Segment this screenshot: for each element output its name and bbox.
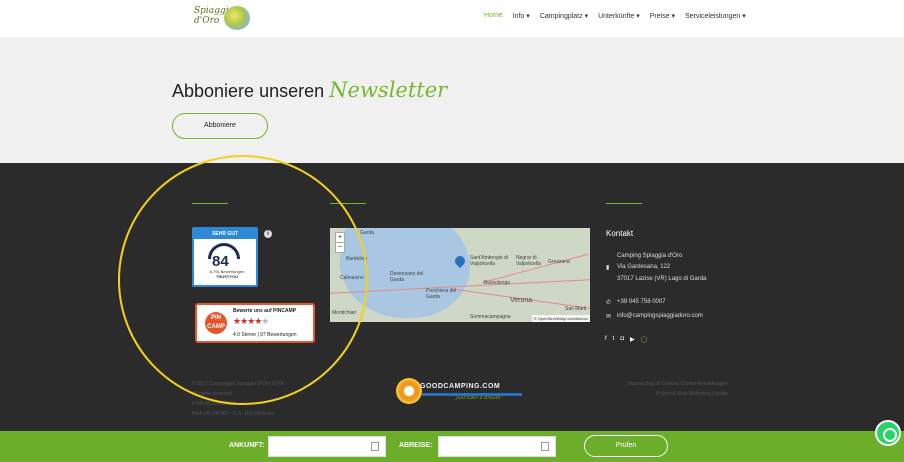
departure-date-input[interactable] (438, 436, 556, 457)
pincamp-logo: PiN CAMP (205, 312, 227, 334)
main-nav: Home Info ▾ Campingplatz ▾ Unterkünfte ▾… (484, 12, 746, 20)
nav-preise[interactable]: Preise ▾ (650, 12, 675, 20)
newsletter-title-prefix: Abboniere unseren (172, 81, 325, 101)
logo[interactable]: Spiaggia d'Oro (192, 4, 256, 34)
logo-sun-icon (224, 6, 250, 30)
footer-links-row2[interactable]: Project & Web Marketing Credits (627, 389, 728, 399)
phone-icon: ✆ (606, 300, 612, 306)
arrival-date-input[interactable] (268, 436, 386, 457)
map-zoom-control[interactable]: + − (335, 232, 345, 253)
youtube-icon[interactable]: ▶ (630, 336, 635, 343)
pincamp-badge[interactable]: PiN CAMP Bewerte uns auf PINCAMP ★★★★★ 4… (195, 303, 315, 343)
trustyou-reviews: 8,791 Bewertungen TRUSTYOU (198, 269, 256, 279)
goodcamping-logo[interactable]: GOODCAMPING.COM just take a dream (396, 378, 528, 408)
map-label: Sommacampagna (470, 314, 511, 320)
pincamp-stars: ★★★★★ (233, 316, 269, 326)
check-availability-button[interactable]: Prüfen (584, 435, 668, 457)
instagram-icon[interactable]: ◘ (620, 336, 624, 343)
rea-line: REA VR 236367 - C.S. 112.000 Euro (192, 411, 274, 417)
map-label: Montichiari (332, 310, 357, 316)
booking-bar: ANKUNFT: ABREISE: Prüfen (0, 431, 904, 462)
footer-links-row1[interactable]: Datenschutz & Cookies Cookie-Einstellung… (627, 379, 728, 389)
social-links: f t ◘ ▶ ◯ (605, 336, 647, 343)
kontakt-name: Camping Spiaggia d'Oro (617, 253, 683, 259)
map-label: Grezzana (548, 259, 570, 265)
copyright: © 2017 Campeggio Spiaggia D'Oro S.P.A. A… (192, 379, 285, 419)
nav-serviceleistungen[interactable]: Serviceleistungen ▾ (685, 12, 746, 20)
goodcamping-tagline: just take a dream (456, 395, 501, 401)
map-label: Bussolengo (484, 280, 511, 286)
map-label: Desenzano del Garda (390, 271, 424, 283)
whatsapp-icon[interactable]: ◯ (641, 336, 648, 343)
trustyou-brand: TRUSTYOU (216, 274, 238, 279)
location-map[interactable]: + − Garda Bardolino Calmasino Desenzano … (330, 228, 590, 322)
mail-icon: ✉ (606, 314, 612, 320)
footer-links: Datenschutz & Cookies Cookie-Einstellung… (627, 379, 728, 399)
map-label: Peschiera del Garda (426, 288, 457, 300)
copyright-line: © 2017 Campeggio Spiaggia D'Oro S.P.A. (192, 381, 286, 387)
trustyou-score: 84 (212, 253, 229, 270)
zoom-in-button[interactable]: + (336, 233, 344, 242)
rights-line: All rights reserved (192, 391, 233, 397)
map-label: Verona (510, 297, 533, 304)
site-header: Spiaggia d'Oro Home Info ▾ Campingplatz … (0, 0, 904, 38)
calendar-icon[interactable] (371, 442, 379, 451)
info-icon[interactable]: i (264, 230, 272, 238)
goodcamping-name: GOODCAMPING.COM (420, 383, 501, 390)
trustyou-label: SEHR GUT (194, 229, 256, 239)
nav-info[interactable]: Info ▾ (513, 12, 530, 20)
map-label: Negrar di Valpolicella (516, 255, 541, 267)
footer-underline (606, 203, 642, 204)
facebook-icon[interactable]: f (605, 336, 607, 343)
kontakt-street: Via Gardesana, 122 (617, 264, 671, 270)
subscribe-button[interactable]: Abboniere (172, 113, 268, 139)
kontakt-email[interactable]: info@campingspiaggiadoro.com (617, 313, 703, 319)
pincamp-rating: 4.0 Sterne | 97 Bewertungen (233, 332, 297, 338)
newsletter-title-script: Newsletter (329, 78, 448, 102)
map-icon: ▮ (606, 265, 610, 271)
nav-unterkuenfte[interactable]: Unterkünfte ▾ (598, 12, 640, 20)
pincamp-title: Bewerte uns auf PINCAMP (233, 308, 297, 314)
nav-campingplatz[interactable]: Campingplatz ▾ (540, 12, 588, 20)
map-label: Calmasino (340, 275, 364, 281)
kontakt-city: 37017 Lazise (VR) Lago di Garda (617, 276, 707, 282)
calendar-icon[interactable] (541, 442, 549, 451)
zoom-out-button[interactable]: − (336, 242, 344, 252)
arrival-label: ANKUNFT: (229, 442, 265, 449)
map-label: San Marti (565, 306, 587, 312)
map-label: Garda (360, 230, 374, 236)
twitter-icon[interactable]: t (613, 336, 615, 343)
footer: SEHR GUT 84 8,791 Bewertungen TRUSTYOU i… (0, 163, 904, 431)
map-attribution[interactable]: © OpenStreetMap contributors (531, 315, 590, 322)
piva-line: P.IVA 00254830232 (192, 401, 236, 407)
map-label: Bardolino (346, 256, 368, 262)
footer-underline (330, 203, 366, 204)
footer-underline (192, 203, 228, 204)
map-label: Sant'Ambrogio di Valpolicella (470, 255, 508, 267)
goodcamping-swirl-icon (396, 378, 422, 404)
whatsapp-chat-icon[interactable] (875, 420, 901, 446)
newsletter-title: Abboniere unseren Newsletter (172, 78, 447, 102)
kontakt-phone[interactable]: +39 045 758 0007 (617, 299, 666, 305)
trustyou-badge[interactable]: SEHR GUT 84 8,791 Bewertungen TRUSTYOU (192, 227, 258, 287)
nav-home[interactable]: Home (484, 12, 503, 20)
kontakt-title: Kontakt (606, 229, 634, 238)
departure-label: ABREISE: (399, 442, 433, 449)
